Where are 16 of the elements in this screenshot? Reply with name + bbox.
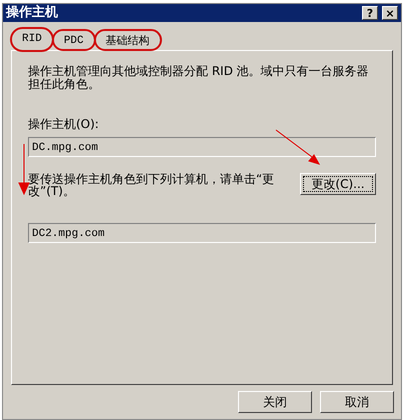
dialog-button[interactable]: 关闭 <box>238 391 312 413</box>
instruction-text: 要传送操作主机角色到下列计算机，请单击“更改”(T)。 <box>28 173 276 197</box>
input-field[interactable]: DC2.mpg.com <box>28 223 376 243</box>
window-title: 操作主机 <box>6 4 58 22</box>
tab[interactable]: RID <box>11 28 53 51</box>
field-label: 操作主机(O): <box>28 116 100 133</box>
arrow-icon <box>275 129 320 165</box>
tab[interactable]: 基础结构 <box>94 30 161 50</box>
input-field[interactable]: DC.mpg.com <box>28 137 376 157</box>
title-bar-button[interactable]: × <box>382 6 398 20</box>
tab[interactable]: PDC <box>52 30 95 50</box>
description-text: 操作主机管理向其他域控制器分配 RID 池。域中只有一台服务器担任此角色。 <box>28 65 370 91</box>
change-button[interactable]: 更改(C)... <box>300 173 376 195</box>
dialog-button[interactable]: 取消 <box>320 391 394 413</box>
arrow-icon <box>18 144 30 195</box>
title-bar-button[interactable]: ? <box>362 6 378 20</box>
